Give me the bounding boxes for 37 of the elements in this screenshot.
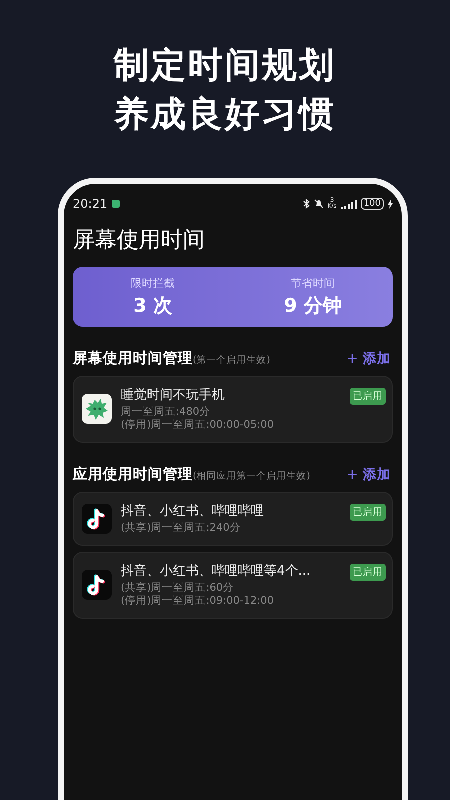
add-link[interactable]: + 添加 [346,350,391,368]
rule-schedule: (共享)周一至周五:60分 [121,582,236,595]
stat-label: 节省时间 [291,276,335,290]
headline: 养成良好习惯 [114,94,336,137]
stat-value: 3 次 [134,294,172,318]
music-note-app-icon [82,570,112,600]
enabled-badge: 已启用 [350,564,386,581]
add-link[interactable]: + 添加 [346,466,391,484]
enabled-badge: 已启用 [350,504,386,521]
battery-level: 100 [360,198,384,210]
notification-icon [112,200,120,208]
bluetooth-icon [302,199,310,209]
mascot-app-icon [82,394,112,424]
section-note: (第一个启用生效) [193,354,272,367]
charging-icon [388,200,393,208]
rule-schedule: (共享)周一至周五:240分 [121,522,242,535]
rule-card[interactable]: 抖音、小红书、哔哩哔哩 (共享)周一至周五:240分 已启用 [73,492,393,546]
rule-name: 抖音、小红书、哔哩哔哩等4个... [121,563,312,580]
muted-bell-icon [314,199,324,209]
signal-icon [340,200,357,208]
rule-schedule: 周一至周五:480分 [121,406,212,419]
clock: 20:21 [73,197,108,211]
stat-label: 限时拦截 [131,276,175,290]
section-note: (相同应用第一个启用生效) [193,470,312,483]
section-title: 应用使用时间管理 [73,465,193,484]
section-title: 屏幕使用时间管理 [73,350,193,368]
music-note-app-icon [82,504,112,534]
headline: 制定时间规划 [114,45,336,88]
rule-name: 抖音、小红书、哔哩哔哩 [121,503,265,520]
stat-value: 9 分钟 [284,294,342,318]
rule-schedule: (停用)周一至周五:00:00-05:00 [121,419,276,432]
rule-schedule: (停用)周一至周五:09:00-12:00 [121,595,276,608]
rule-name: 睡觉时间不玩手机 [121,387,226,404]
enabled-badge: 已启用 [350,388,386,405]
rule-card[interactable]: 抖音、小红书、哔哩哔哩等4个... (共享)周一至周五:60分 (停用)周一至周五:09:00-12:00 已启用 [73,552,393,619]
page-title: 屏幕使用时间 [73,227,206,255]
rule-card[interactable]: 睡觉时间不玩手机 周一至周五:480分 (停用)周一至周五:00:00-05:00 已启用 [73,376,393,443]
